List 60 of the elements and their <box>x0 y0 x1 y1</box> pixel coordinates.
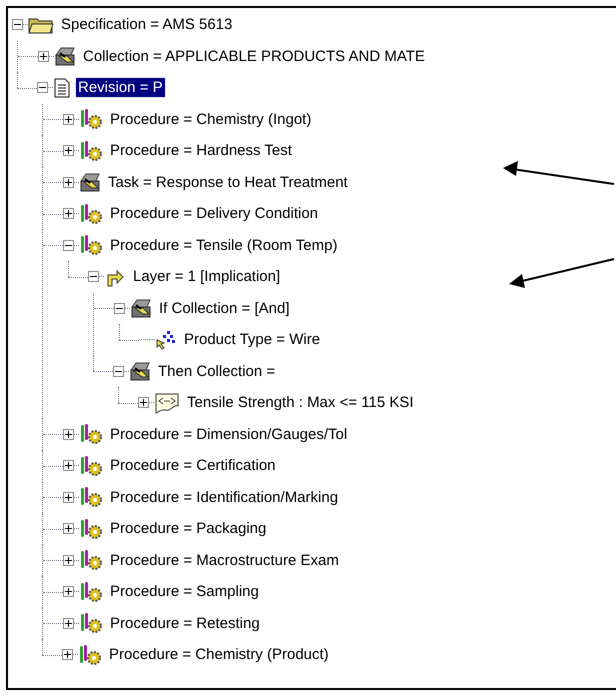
scroll-icon <box>154 392 180 414</box>
tree-item[interactable]: Task = Response to Heat Treatment <box>106 172 350 192</box>
test-tube-gear-icon <box>79 518 103 540</box>
tree-item[interactable]: Product Type = Wire <box>182 330 322 350</box>
box-icon <box>79 172 101 192</box>
box-icon <box>129 361 151 382</box>
tree-item[interactable]: Procedure = Dimension/Gauges/Tol <box>108 424 350 444</box>
tree-item[interactable]: Procedure = Certification <box>108 456 278 476</box>
expand-icon[interactable] <box>38 50 49 62</box>
test-tube-gear-icon <box>79 234 103 256</box>
collapse-icon[interactable] <box>12 19 23 30</box>
tree-item[interactable]: Collection = APPLICABLE PRODUCTS AND MATE <box>81 46 427 66</box>
expand-icon[interactable] <box>63 145 74 156</box>
expand-icon[interactable] <box>63 176 74 188</box>
expand-icon[interactable] <box>63 208 74 220</box>
test-tube-gear-icon <box>79 580 103 603</box>
test-tube-gear-icon <box>79 423 103 446</box>
expand-icon[interactable] <box>63 523 74 534</box>
expand-icon[interactable] <box>63 428 74 440</box>
tree-item[interactable]: Procedure = Hardness Test <box>108 141 294 160</box>
expand-icon[interactable] <box>63 554 74 566</box>
expand-icon[interactable] <box>62 649 73 660</box>
expand-icon[interactable] <box>63 618 74 629</box>
document-icon <box>53 78 71 98</box>
expand-icon[interactable] <box>63 460 74 472</box>
tree-item[interactable]: If Collection = [And] <box>157 298 292 318</box>
tree-item[interactable]: Procedure = Macrostructure Exam <box>108 550 341 570</box>
tree-item[interactable]: Revision = P <box>76 78 165 98</box>
test-tube-gear-icon <box>79 549 103 572</box>
test-tube-gear-icon <box>79 140 103 162</box>
expand-icon[interactable] <box>63 492 74 503</box>
tree-item[interactable]: Procedure = Chemistry (Ingot) <box>108 110 314 129</box>
test-tube-gear-icon <box>79 202 103 225</box>
collapse-icon[interactable] <box>114 302 125 314</box>
tree-item[interactable]: Procedure = Sampling <box>108 582 261 602</box>
tree-item[interactable]: Procedure = Tensile (Room Temp) <box>108 236 340 255</box>
collapse-icon[interactable] <box>113 366 124 377</box>
box-icon <box>54 46 76 66</box>
test-tube-gear-icon <box>79 108 103 130</box>
tree-item[interactable]: Procedure = Identification/Marking <box>108 488 340 507</box>
test-tube-gear-icon <box>79 486 103 508</box>
tree-item[interactable]: Specification = AMS 5613 <box>59 15 234 34</box>
dots-cursor-icon <box>155 330 177 350</box>
expand-icon[interactable] <box>138 397 149 408</box>
test-tube-gear-icon <box>79 612 103 634</box>
collapse-icon[interactable] <box>88 271 99 282</box>
tree-item[interactable]: Procedure = Packaging <box>108 519 268 538</box>
expand-icon[interactable] <box>63 586 74 598</box>
tree-item[interactable]: Procedure = Chemistry (Product) <box>107 645 331 664</box>
expand-icon[interactable] <box>63 114 74 125</box>
test-tube-gear-icon <box>79 454 103 477</box>
tree-item[interactable]: Procedure = Retesting <box>108 614 262 633</box>
box-icon <box>130 298 152 318</box>
tree-item[interactable]: Layer = 1 [Implication] <box>131 267 282 286</box>
tree-item[interactable]: Tensile Strength : Max <= 115 KSI <box>185 393 416 412</box>
tree-item[interactable]: Procedure = Delivery Condition <box>108 204 320 224</box>
collapse-icon[interactable] <box>63 240 74 251</box>
tree-item[interactable]: Then Collection = <box>156 362 278 381</box>
test-tube-gear-icon <box>78 644 102 666</box>
collapse-icon[interactable] <box>37 82 48 94</box>
